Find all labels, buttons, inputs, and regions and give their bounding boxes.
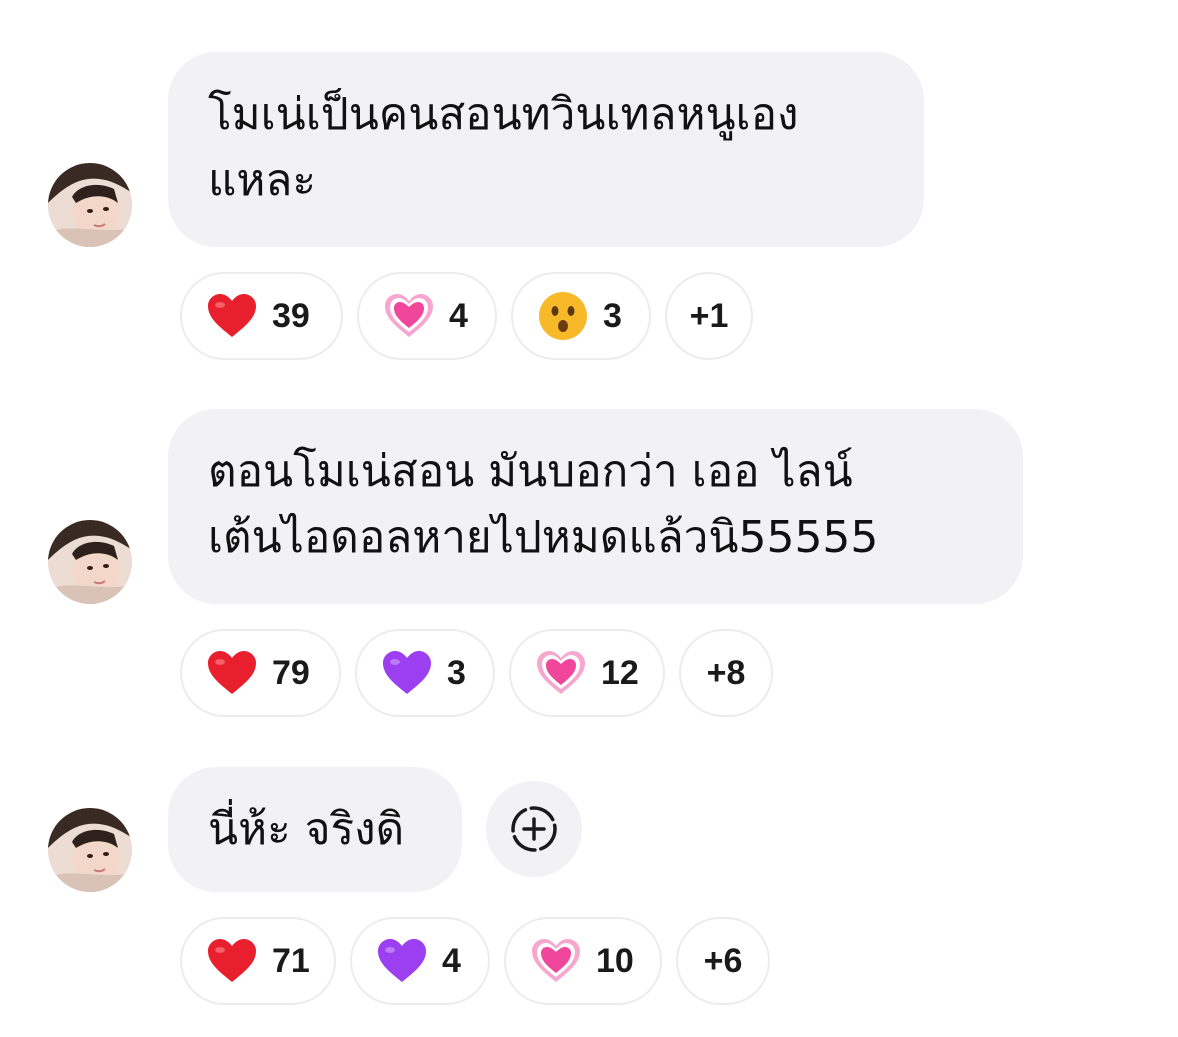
message-bubble[interactable]: ตอนโมเน่สอน มันบอกว่า เออ ไลน์ เต้นไอดอล… <box>168 409 1023 604</box>
reaction-count: 10 <box>596 941 634 980</box>
avatar-photo-icon <box>48 163 132 247</box>
reaction-chip-purple-heart[interactable]: 4 <box>350 917 490 1005</box>
reaction-chip-growing-heart[interactable]: 4 <box>357 272 497 360</box>
avatar[interactable] <box>48 520 132 604</box>
growing-heart-icon <box>535 647 587 699</box>
reaction-bar: 71 4 10 +6 <box>180 917 770 1005</box>
reaction-chip-red-heart[interactable]: 71 <box>180 917 336 1005</box>
reaction-count: 3 <box>447 653 466 692</box>
reaction-chip-surprised-face[interactable]: 3 <box>511 272 651 360</box>
message-bubble[interactable]: โมเน่เป็นคนสอนทวินเทลหนูเอง แหละ <box>168 52 924 247</box>
more-reactions-button[interactable]: +6 <box>676 917 770 1005</box>
reaction-chip-red-heart[interactable]: 79 <box>180 629 341 717</box>
red-heart-icon <box>206 647 258 699</box>
reaction-count: 71 <box>272 941 310 980</box>
red-heart-icon <box>206 935 258 987</box>
purple-heart-icon <box>381 647 433 699</box>
more-reactions-count: +6 <box>703 941 743 980</box>
message-bubble[interactable]: นี่ห้ะ จริงดิ <box>168 767 462 892</box>
growing-heart-icon <box>530 935 582 987</box>
reaction-bar: 39 4 3 +1 <box>180 272 753 360</box>
reaction-chip-growing-heart[interactable]: 12 <box>509 629 665 717</box>
avatar-photo-icon <box>48 808 132 892</box>
reaction-bar: 79 3 12 +8 <box>180 629 773 717</box>
avatar[interactable] <box>48 808 132 892</box>
red-heart-icon <box>206 290 258 342</box>
message-text-line: โมเน่เป็นคนสอนทวินเทลหนูเอง <box>208 89 799 140</box>
more-reactions-button[interactable]: +1 <box>665 272 753 360</box>
add-reaction-button[interactable] <box>486 781 582 877</box>
more-reactions-count: +8 <box>706 653 746 692</box>
message-text-line: ตอนโมเน่สอน มันบอกว่า เออ ไลน์ <box>208 446 853 497</box>
more-reactions-button[interactable]: +8 <box>679 629 773 717</box>
reaction-chip-purple-heart[interactable]: 3 <box>355 629 495 717</box>
reaction-count: 12 <box>601 653 639 692</box>
more-reactions-count: +1 <box>689 296 729 335</box>
avatar[interactable] <box>48 163 132 247</box>
reaction-chip-growing-heart[interactable]: 10 <box>504 917 662 1005</box>
message-text-line: แหละ <box>208 155 316 206</box>
message-text-line: เต้นไอดอลหายไปหมดแล้วนิ55555 <box>208 512 879 563</box>
reaction-count: 4 <box>449 296 468 335</box>
reaction-chip-red-heart[interactable]: 39 <box>180 272 343 360</box>
message-text-line: นี่ห้ะ จริงดิ <box>208 804 405 855</box>
reaction-count: 79 <box>272 653 310 692</box>
reaction-count: 4 <box>442 941 461 980</box>
purple-heart-icon <box>376 935 428 987</box>
reaction-count: 39 <box>272 296 310 335</box>
surprised-face-icon <box>537 290 589 342</box>
reaction-count: 3 <box>603 296 622 335</box>
avatar-photo-icon <box>48 520 132 604</box>
add-reaction-icon <box>511 806 557 852</box>
growing-heart-icon <box>383 290 435 342</box>
